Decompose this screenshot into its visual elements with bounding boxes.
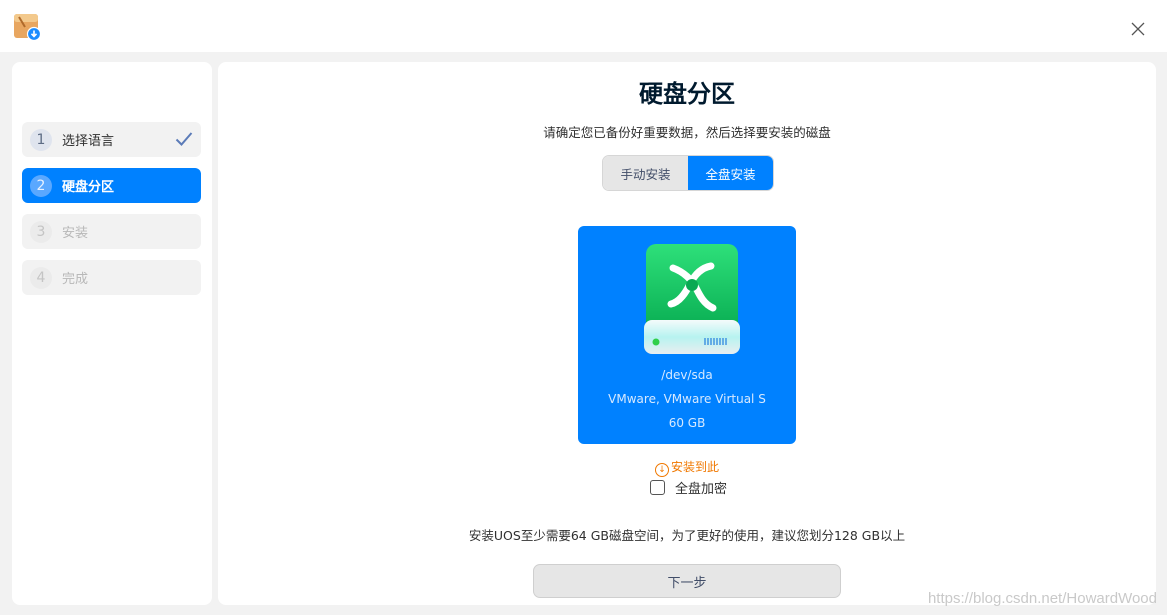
step-number: 4: [30, 266, 52, 289]
main-panel: 硬盘分区 请确定您已备份好重要数据，然后选择要安装的磁盘 手动安装 全盘安装 /…: [218, 62, 1156, 605]
step-label: 完成: [62, 272, 89, 287]
tab-full-disk-install[interactable]: 全盘安装: [688, 156, 773, 190]
step-label: 选择语言: [62, 134, 115, 149]
install-here-hint: ↓ 安装到此: [218, 458, 1156, 477]
encryption-checkbox[interactable]: [650, 479, 665, 495]
tab-manual-install[interactable]: 手动安装: [603, 156, 688, 190]
page-title: 硬盘分区: [639, 80, 735, 108]
steps-sidebar: 1 选择语言 2 硬盘分区 3 安装 4 完成: [12, 62, 212, 605]
step-number: 2: [30, 174, 52, 197]
step-finish: 4 完成: [22, 260, 201, 295]
disk-card-sda[interactable]: /dev/sda VMware, VMware Virtual S 60 GB: [578, 226, 796, 444]
step-number: 3: [30, 220, 52, 243]
full-disk-encryption-option[interactable]: 全盘加密: [650, 478, 728, 497]
disk-size: 60 GB: [668, 416, 706, 430]
installer-window: 1 选择语言 2 硬盘分区 3 安装 4 完成 硬盘分区 请确定您已备份好重要数…: [0, 0, 1167, 615]
step-label: 硬盘分区: [62, 180, 115, 195]
page-subtitle: 请确定您已备份好重要数据，然后选择要安装的磁盘: [543, 125, 831, 140]
step-install: 3 安装: [22, 214, 201, 249]
watermark: https://blog.csdn.net/HowardWood: [927, 590, 1157, 607]
titlebar: [0, 0, 1167, 52]
step-select-language[interactable]: 1 选择语言: [22, 122, 201, 157]
installer-package-icon: [14, 14, 41, 41]
install-here-label: 安装到此: [670, 460, 719, 474]
encryption-label: 全盘加密: [675, 481, 728, 497]
disk-model: VMware, VMware Virtual S: [608, 392, 766, 406]
checkmark-icon: [175, 132, 193, 146]
disk-path: /dev/sda: [661, 368, 713, 382]
step-number: 1: [30, 128, 52, 151]
next-button[interactable]: 下一步: [533, 564, 841, 598]
step-disk-partition[interactable]: 2 硬盘分区: [22, 168, 201, 203]
hard-disk-icon: [644, 244, 740, 354]
disk-space-note: 安装UOS至少需要64 GB磁盘空间，为了更好的使用，建议您划分128 GB以上: [468, 528, 906, 543]
step-label: 安装: [62, 226, 89, 241]
install-mode-switch: 手动安装 全盘安装: [602, 155, 774, 191]
close-icon[interactable]: [1129, 20, 1147, 38]
down-arrow-icon: ↓: [654, 463, 669, 477]
